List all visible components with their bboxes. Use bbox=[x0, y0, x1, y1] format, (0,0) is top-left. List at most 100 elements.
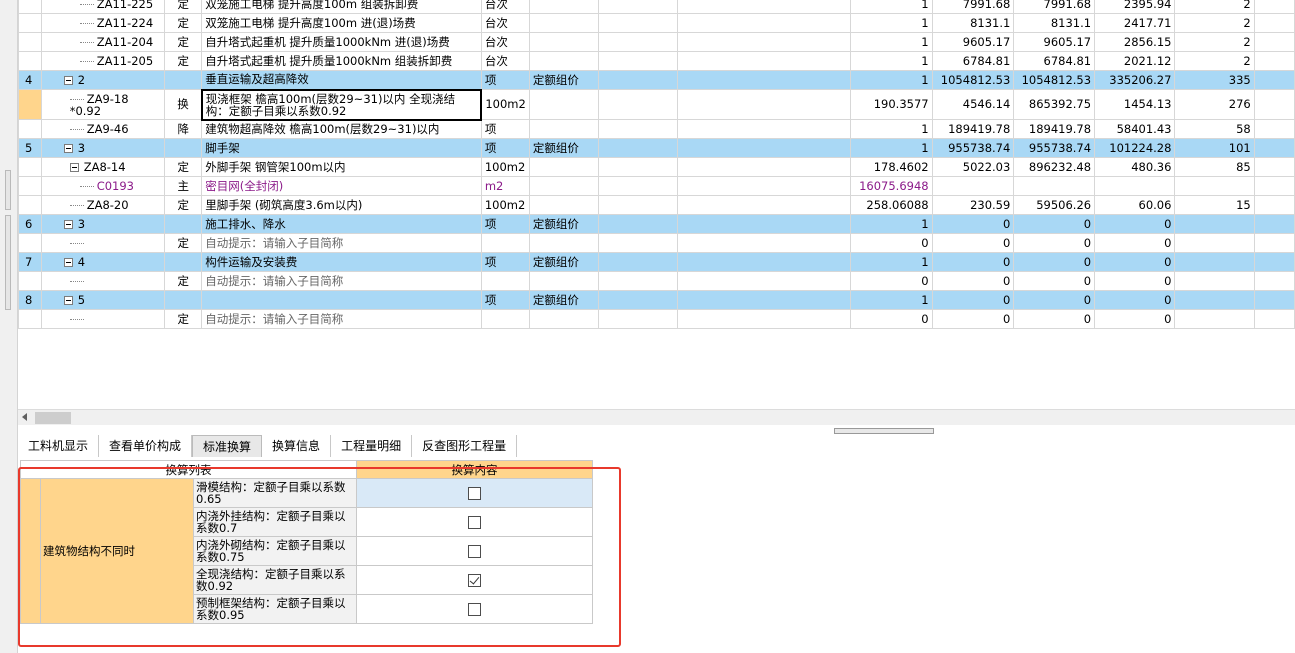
item-name[interactable]: 密目网(全封闭) bbox=[201, 176, 482, 196]
table-row[interactable]: ZA9-46 降建筑物超高降效 檐高100m(层数29~31)以内 项 1 189419… bbox=[18, 119, 1295, 139]
quantity[interactable]: 190.3577 bbox=[849, 89, 933, 120]
item-name[interactable]: 外脚手架 钢管架100m以内 bbox=[201, 157, 482, 177]
item-code[interactable]: 3 bbox=[40, 214, 166, 234]
tab-4[interactable]: 工程量明细 bbox=[331, 435, 413, 457]
table-row[interactable]: ZA8-14 定外脚手架 钢管架100m以内 100m2 178.4602 5022.0… bbox=[18, 157, 1295, 177]
table-row[interactable]: 5 3 脚手架 项 定额组价 1 955738.74 955738.74 101224.28 10… bbox=[18, 138, 1295, 158]
item-code[interactable]: 2 bbox=[40, 70, 166, 90]
item-name[interactable] bbox=[201, 290, 482, 310]
left-panel-strip bbox=[0, 0, 18, 653]
collapse-toggle-icon[interactable] bbox=[63, 219, 73, 229]
tab-0[interactable]: 工料机显示 bbox=[18, 435, 100, 457]
table-row[interactable]: ZA11-225 定 双笼施工电梯 提升高度100m 组装拆卸费 台次 1 7991.68… bbox=[18, 0, 1295, 14]
table-row[interactable]: ZA11-204 定自升塔式起重机 提升质量1000kNm 进(退)场费 台次 1 96… bbox=[18, 32, 1295, 52]
item-name[interactable]: 脚手架 bbox=[201, 138, 482, 158]
quantity[interactable]: 1 bbox=[849, 290, 933, 310]
item-name[interactable]: 双笼施工电梯 提升高度100m 组装拆卸费 bbox=[201, 0, 482, 14]
item-name[interactable]: 自动提示：请输入子目简称 bbox=[201, 233, 482, 253]
table-row[interactable]: ZA11-224 定双笼施工电梯 提升高度100m 进(退)场费 台次 1 8131.1… bbox=[18, 13, 1295, 33]
table-row[interactable]: ZA8-20 定里脚手架 (砌筑高度3.6m以内) 100m2 258.06088 23… bbox=[18, 195, 1295, 215]
item-code[interactable]: ZA8-20 bbox=[40, 195, 166, 215]
table-row[interactable]: 6 3 施工排水、降水 项 定额组价 1 0 0 0 bbox=[18, 214, 1295, 234]
item-name[interactable]: 自动提示：请输入子目简称 bbox=[201, 309, 482, 329]
item-name[interactable]: 施工排水、降水 bbox=[201, 214, 482, 234]
quantity[interactable]: 1 bbox=[849, 70, 933, 90]
total-price: 865392.75 bbox=[1013, 89, 1096, 120]
item-name[interactable]: 自动提示：请输入子目简称 bbox=[201, 271, 482, 291]
item-code[interactable] bbox=[40, 233, 166, 253]
collapse-toggle-icon[interactable] bbox=[63, 143, 73, 153]
scroll-left-arrow-icon[interactable] bbox=[22, 413, 27, 421]
item-name[interactable]: 里脚手架 (砌筑高度3.6m以内) bbox=[201, 195, 482, 215]
blank-col-b bbox=[676, 271, 851, 291]
labor-cost: 0 bbox=[1094, 271, 1176, 291]
item-name[interactable]: 垂直运输及超高降效 bbox=[201, 70, 482, 90]
table-row[interactable]: 7 4 构件运输及安装费 项 定额组价 1 0 0 0 bbox=[18, 252, 1295, 272]
horizontal-scrollbar[interactable] bbox=[18, 409, 1295, 425]
table-row[interactable]: 定自动提示：请输入子目简称 0 0 0 0 bbox=[18, 233, 1295, 253]
table-row[interactable]: ZA11-205 定自升塔式起重机 提升质量1000kNm 组装拆卸费 台次 1 678… bbox=[18, 51, 1295, 71]
tab-3[interactable]: 换算信息 bbox=[262, 435, 332, 457]
unit-price-text: 0 bbox=[1002, 216, 1011, 231]
quantity-text: 1 bbox=[921, 15, 929, 30]
table-row[interactable]: 定自动提示：请输入子目简称 0 0 0 0 bbox=[18, 271, 1295, 291]
item-name[interactable]: 建筑物超高降效 檐高100m(层数29~31)以内 bbox=[201, 119, 482, 139]
quantity[interactable]: 0 bbox=[849, 309, 933, 329]
quantity[interactable]: 1 bbox=[849, 13, 933, 33]
collapse-toggle-icon[interactable] bbox=[63, 75, 73, 85]
item-name[interactable]: 构件运输及安装费 bbox=[201, 252, 482, 272]
collapse-toggle-icon[interactable] bbox=[63, 295, 73, 305]
quantity[interactable]: 1 bbox=[849, 0, 933, 14]
item-name-text: 自升塔式起重机 提升质量1000kNm 进(退)场费 bbox=[205, 34, 450, 49]
unit-price-text: 6784.81 bbox=[962, 53, 1011, 68]
collapse-toggle-icon[interactable] bbox=[63, 257, 73, 267]
quantity[interactable]: 16075.6948 bbox=[849, 176, 933, 196]
item-code[interactable]: ZA9-18 *0.92 bbox=[40, 89, 166, 120]
item-name[interactable]: 自升塔式起重机 提升质量1000kNm 进(退)场费 bbox=[201, 32, 482, 52]
quantity[interactable]: 1 bbox=[849, 32, 933, 52]
tab-1[interactable]: 查看单价构成 bbox=[99, 435, 193, 457]
tab-5[interactable]: 反查图形工程量 bbox=[412, 435, 518, 457]
item-unit: 台次 bbox=[480, 51, 530, 71]
quantity[interactable]: 0 bbox=[849, 271, 933, 291]
panel-splitter[interactable] bbox=[834, 428, 934, 434]
item-code[interactable]: 3 bbox=[40, 138, 166, 158]
item-name[interactable]: 现浇框架 檐高100m(层数29~31)以内 全现浇结构：定额子目乘以系数0.9… bbox=[200, 88, 483, 121]
unit-price-text: 0 bbox=[1002, 311, 1011, 326]
labor-cost-text: 1454.13 bbox=[1123, 97, 1172, 111]
item-code[interactable]: ZA11-204 bbox=[40, 32, 166, 52]
table-row[interactable]: C0193 主密目网(全封闭) m2 16075.6948 bbox=[18, 176, 1295, 196]
quantity[interactable]: 1 bbox=[849, 119, 933, 139]
item-code[interactable]: ZA11-225 bbox=[40, 0, 166, 14]
table-row[interactable]: ZA9-18 *0.92 换 现浇框架 檐高100m(层数29~31)以内 全现浇结… bbox=[18, 88, 1295, 121]
left-scroll-marker-2[interactable] bbox=[5, 215, 11, 310]
scroll-thumb[interactable] bbox=[35, 412, 71, 424]
quantity[interactable]: 1 bbox=[849, 252, 933, 272]
table-row[interactable]: 4 2 垂直运输及超高降效 项 定额组价 1 1054812.53 1054812.53 335… bbox=[18, 70, 1295, 90]
blank-col-a bbox=[597, 13, 678, 33]
item-name[interactable]: 自升塔式起重机 提升质量1000kNm 组装拆卸费 bbox=[201, 51, 482, 71]
tab-2[interactable]: 标准换算 bbox=[192, 435, 263, 457]
item-code[interactable]: C0193 bbox=[40, 176, 166, 196]
quantity[interactable]: 1 bbox=[849, 138, 933, 158]
table-row[interactable]: 定自动提示：请输入子目简称 0 0 0 0 bbox=[18, 309, 1295, 329]
item-code[interactable] bbox=[40, 271, 166, 291]
item-type bbox=[164, 70, 203, 90]
collapse-toggle-icon[interactable] bbox=[69, 162, 79, 172]
item-code[interactable]: ZA9-46 bbox=[40, 119, 166, 139]
quantity[interactable]: 1 bbox=[849, 214, 933, 234]
unit-price-text: 5022.03 bbox=[962, 159, 1011, 174]
left-scroll-marker[interactable] bbox=[5, 170, 11, 210]
table-row[interactable]: 8 5 项 定额组价 1 0 0 0 bbox=[18, 290, 1295, 310]
item-code[interactable]: 5 bbox=[40, 290, 166, 310]
item-code[interactable]: ZA11-224 bbox=[40, 13, 166, 33]
quantity[interactable]: 178.4602 bbox=[849, 157, 933, 177]
item-name[interactable]: 双笼施工电梯 提升高度100m 进(退)场费 bbox=[201, 13, 482, 33]
item-code[interactable]: ZA8-14 bbox=[40, 157, 166, 177]
item-code[interactable]: 4 bbox=[40, 252, 166, 272]
quantity[interactable]: 1 bbox=[849, 51, 933, 71]
item-code[interactable]: ZA11-205 bbox=[40, 51, 166, 71]
quantity[interactable]: 0 bbox=[849, 233, 933, 253]
quantity[interactable]: 258.06088 bbox=[849, 195, 933, 215]
item-code[interactable] bbox=[40, 309, 166, 329]
